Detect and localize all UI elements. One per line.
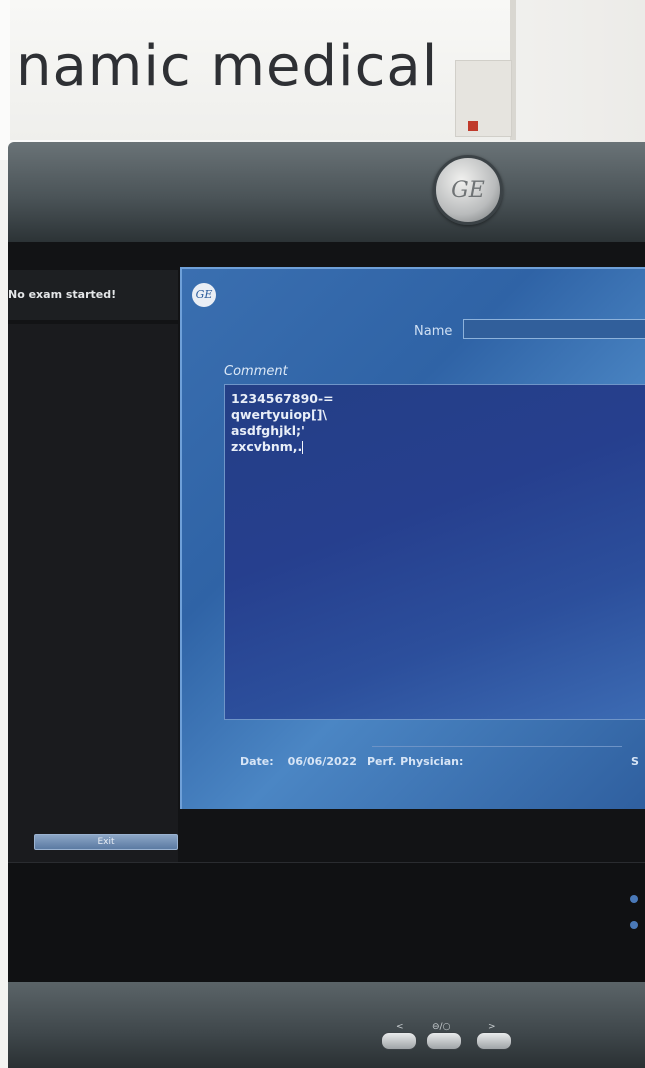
comment-textarea[interactable]: 1234567890-= qwertyuiop[]\ asdfghjkl;' z… — [224, 384, 645, 720]
name-field[interactable] — [463, 319, 645, 339]
brightness-down-button[interactable] — [381, 1032, 417, 1050]
left-pane: Exit — [8, 324, 178, 864]
ge-logo-badge: GE — [433, 155, 503, 225]
ge-logo-icon: GE — [192, 283, 216, 307]
power-button[interactable] — [426, 1032, 462, 1050]
monitor-bezel-top — [8, 142, 645, 242]
hw-right-label: > — [488, 1022, 496, 1032]
comment-line: qwertyuiop[]\ — [231, 407, 327, 422]
monitor-screen: No exam started! Exit GE Name Comment 12… — [8, 242, 645, 983]
cut-off-label: S — [631, 755, 639, 768]
brightness-up-button[interactable] — [476, 1032, 512, 1050]
comment-line-text: zxcvbnm,. — [231, 439, 303, 454]
comment-line: zxcvbnm,. — [231, 439, 641, 455]
indicator-dot — [630, 921, 638, 929]
date-value: 06/06/2022 — [287, 755, 357, 768]
comment-label: Comment — [224, 364, 288, 379]
wall-sticker — [455, 60, 512, 137]
comment-line: asdfghjkl;' — [231, 423, 305, 438]
name-label: Name — [414, 324, 453, 339]
indicator-dot — [630, 895, 638, 903]
sticker-red-mark — [468, 121, 478, 131]
hw-left-label: < — [396, 1022, 404, 1032]
perf-physician-label: Perf. Physician: — [366, 755, 464, 768]
exam-status-text: No exam started! — [8, 288, 117, 301]
text-caret — [302, 441, 304, 454]
exit-button[interactable]: Exit — [34, 834, 178, 850]
comment-line: 1234567890-= — [231, 391, 334, 406]
patient-comment-dialog: GE Name Comment 1234567890-= qwertyuiop[… — [180, 267, 645, 809]
footer-divider — [372, 746, 622, 747]
hw-center-label: ⊖/○ — [432, 1022, 451, 1032]
wall-sign: namic medical — [10, 0, 516, 140]
date-label: Date: — [240, 755, 274, 768]
status-bar: No exam started! — [8, 270, 178, 320]
monitor-bezel-bottom — [8, 982, 645, 1068]
lower-screen-strip — [8, 862, 645, 983]
dialog-footer: Date: 06/06/2022 Perf. Physician: — [240, 755, 463, 768]
sign-text: namic medical — [16, 34, 439, 99]
